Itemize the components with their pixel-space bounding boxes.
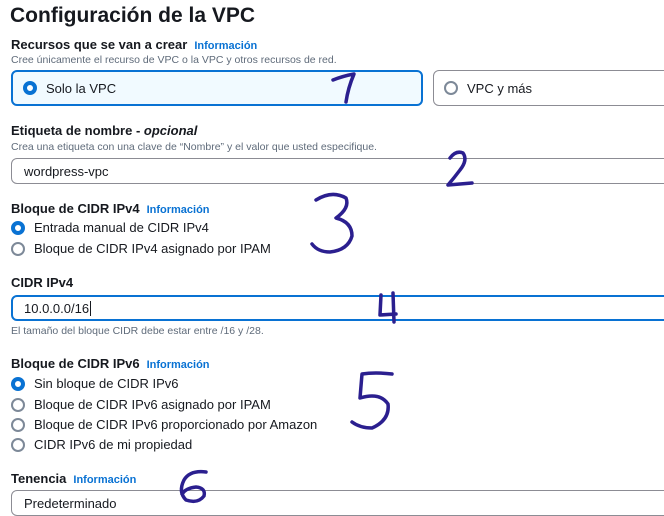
ipv4-block-label: Bloque de CIDR IPv4 Información (11, 201, 210, 216)
name-tag-description: Crea una etiqueta con una clave de “Nomb… (11, 141, 377, 153)
ipv6-block-label: Bloque de CIDR IPv6 Información (11, 356, 210, 371)
radio-selected-icon (23, 81, 37, 95)
resources-label-text: Recursos que se van a crear (11, 37, 188, 52)
ipv4-cidr-hint: El tamaño del bloque CIDR debe estar ent… (11, 325, 264, 337)
radio-ipv4-manual-label: Entrada manual de CIDR IPv4 (34, 220, 209, 235)
resources-info-link[interactable]: Información (194, 40, 257, 52)
radio-unselected-icon (444, 81, 458, 95)
resources-description: Cree únicamente el recurso de VPC o la V… (11, 54, 337, 66)
radio-unselected-icon (11, 437, 25, 452)
radio-unselected-icon (11, 241, 25, 256)
name-tag-label-text: Etiqueta de nombre - (11, 123, 144, 138)
ipv4-cidr-value: 10.0.0.0/16 (24, 300, 90, 316)
ipv6-block-label-text: Bloque de CIDR IPv6 (11, 356, 140, 371)
radio-unselected-icon (11, 417, 25, 432)
radio-selected-icon (11, 220, 25, 235)
radio-ipv6-owned[interactable]: CIDR IPv6 de mi propiedad (11, 437, 192, 452)
tenancy-info-link[interactable]: Información (73, 474, 136, 486)
tenancy-select[interactable]: Predeterminado (11, 490, 664, 516)
radio-ipv6-amazon-label: Bloque de CIDR IPv6 proporcionado por Am… (34, 417, 318, 432)
name-tag-label: Etiqueta de nombre - opcional (11, 123, 197, 138)
radio-selected-icon (11, 376, 25, 391)
tenancy-value: Predeterminado (24, 495, 117, 511)
radio-ipv6-amazon[interactable]: Bloque de CIDR IPv6 proporcionado por Am… (11, 417, 317, 432)
ipv4-cidr-label: CIDR IPv4 (11, 275, 74, 290)
tile-vpc-only[interactable]: Solo la VPC (11, 70, 423, 106)
annotation-3 (310, 192, 354, 254)
radio-ipv6-none-label: Sin bloque de CIDR IPv6 (34, 376, 179, 391)
radio-ipv6-none[interactable]: Sin bloque de CIDR IPv6 (11, 376, 179, 391)
radio-ipv6-ipam[interactable]: Bloque de CIDR IPv6 asignado por IPAM (11, 397, 271, 412)
resources-label: Recursos que se van a crear Información (11, 37, 257, 52)
name-tag-value: wordpress-vpc (24, 163, 109, 179)
tile-vpc-and-more[interactable]: VPC y más (433, 70, 664, 106)
radio-ipv6-ipam-label: Bloque de CIDR IPv6 asignado por IPAM (34, 397, 271, 412)
tenancy-label: Tenencia Información (11, 471, 136, 486)
ipv4-block-label-text: Bloque de CIDR IPv4 (11, 201, 140, 216)
annotation-5 (350, 371, 394, 430)
name-tag-input[interactable]: wordpress-vpc (11, 158, 664, 184)
radio-ipv6-owned-label: CIDR IPv6 de mi propiedad (34, 437, 193, 452)
tile-vpc-and-more-label: VPC y más (467, 80, 533, 96)
tenancy-label-text: Tenencia (11, 471, 67, 486)
text-caret (90, 300, 92, 316)
radio-ipv4-manual[interactable]: Entrada manual de CIDR IPv4 (11, 220, 209, 235)
ipv4-block-info-link[interactable]: Información (147, 204, 210, 216)
ipv6-block-info-link[interactable]: Información (147, 359, 210, 371)
page-title: Configuración de la VPC (10, 4, 256, 27)
radio-ipv4-ipam[interactable]: Bloque de CIDR IPv4 asignado por IPAM (11, 241, 271, 256)
name-tag-optional: opcional (143, 123, 198, 138)
ipv4-cidr-input[interactable]: 10.0.0.0/16 (11, 295, 664, 321)
radio-unselected-icon (11, 397, 25, 412)
tile-vpc-only-label: Solo la VPC (46, 80, 117, 96)
radio-ipv4-ipam-label: Bloque de CIDR IPv4 asignado por IPAM (34, 241, 271, 256)
